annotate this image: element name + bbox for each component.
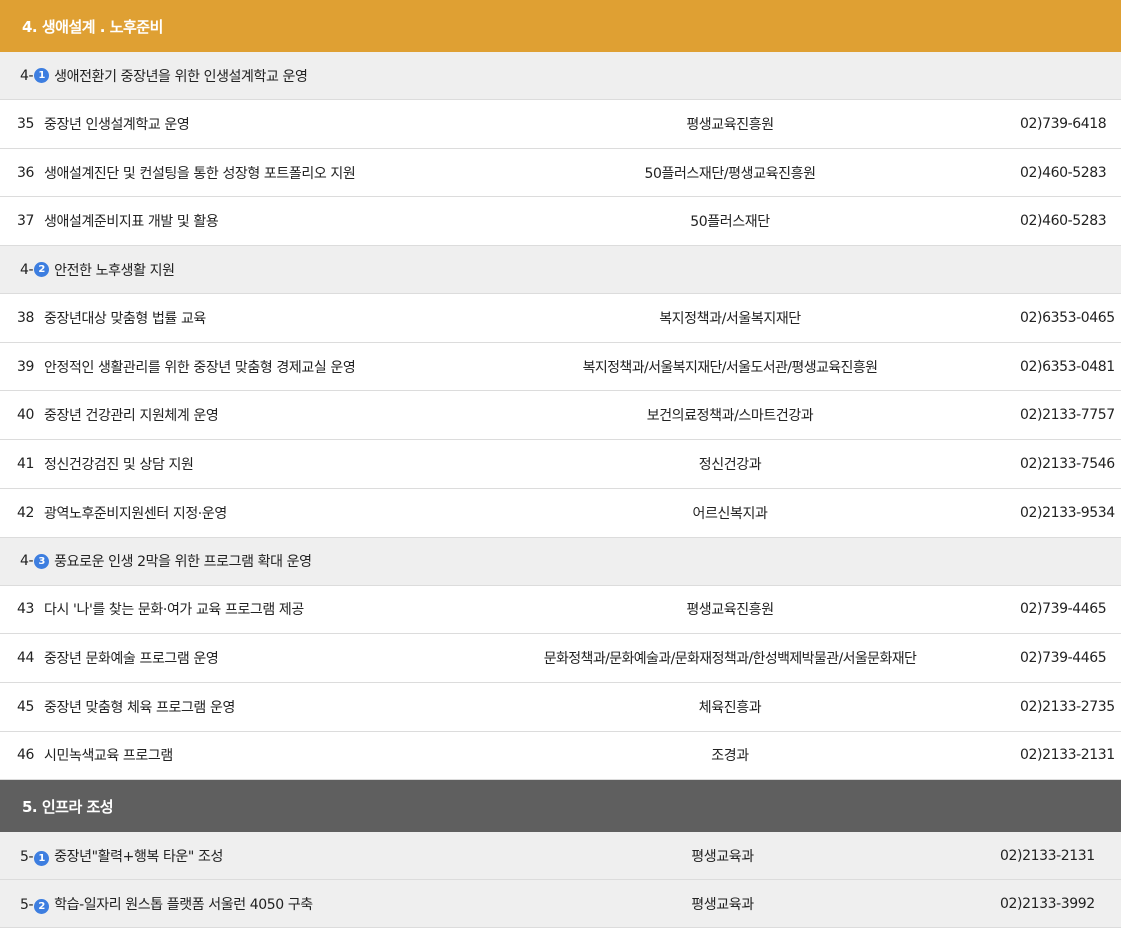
row-dept: 복지정책과/서울복지재단/서울도서관/평생교육진흥원 <box>582 359 878 376</box>
row-number: 37 <box>16 213 34 230</box>
row-number: 46 <box>16 747 34 764</box>
number-badge-icon: 1 <box>34 850 50 866</box>
row-title: 중장년 맞춤형 체육 프로그램 운영 <box>44 699 235 716</box>
row-phone: 02)739-6418 <box>1020 115 1107 132</box>
infra-prefix: 5- <box>20 896 34 913</box>
row-title: 생애설계진단 및 컨설팅을 통한 성장형 포트폴리오 지원 <box>44 165 356 182</box>
number-badge-icon: 1 <box>34 68 50 83</box>
row-title: 정신건강검진 및 상담 지원 <box>44 456 194 473</box>
table-row: 46 시민녹색교육 프로그램 조경과 02)2133-2131 <box>0 732 1121 781</box>
row-title: 생애설계준비지표 개발 및 활용 <box>44 214 219 231</box>
row-phone: 02)2133-7546 <box>1020 455 1115 472</box>
row-phone: 02)2133-9534 <box>1020 504 1115 521</box>
group-label: 풍요로운 인생 2막을 위한 프로그램 확대 운영 <box>54 554 312 570</box>
table-row: 36 생애설계진단 및 컨설팅을 통한 성장형 포트폴리오 지원 50플러스재단… <box>0 149 1121 198</box>
table-row: 42 광역노후준비지원센터 지정·운영 어르신복지과 02)2133-9534 <box>0 489 1121 538</box>
row-title: 중장년 인생설계학교 운영 <box>44 116 190 133</box>
number-badge-icon: 3 <box>34 553 50 569</box>
row-dept: 복지정책과/서울복지재단 <box>659 310 801 327</box>
table-row: 44 중장년 문화예술 프로그램 운영 문화정책과/문화예술과/문화재정책과/한… <box>0 634 1121 683</box>
table-row: 39 안정적인 생활관리를 위한 중장년 맞춤형 경제교실 운영 복지정책과/서… <box>0 343 1121 392</box>
row-number: 44 <box>16 650 34 667</box>
infra-phone: 02)2133-3992 <box>1000 895 1095 912</box>
row-number: 39 <box>16 358 34 375</box>
group-label: 안전한 노후생활 지원 <box>54 262 175 279</box>
section-4-header: 4. 생애설계 . 노후준비 <box>0 0 1121 52</box>
infra-phone: 02)2133-2131 <box>1000 847 1095 864</box>
row-dept: 정신건강과 <box>698 456 762 473</box>
row-dept: 보건의료정책과/스마트건강과 <box>646 408 814 425</box>
infra-prefix: 5- <box>20 848 34 865</box>
row-title: 중장년대상 맞춤형 법률 교육 <box>44 310 206 327</box>
table-row: 41 정신건강검진 및 상담 지원 정신건강과 02)2133-7546 <box>0 440 1121 489</box>
row-phone: 02)739-4465 <box>1020 601 1107 618</box>
group-prefix: 4- <box>20 261 34 278</box>
group-label: 생애전환기 중장년을 위한 인생설계학교 운영 <box>54 68 308 85</box>
row-number: 38 <box>16 309 34 326</box>
infra-dept: 평생교육과 <box>691 848 754 865</box>
row-phone: 02)460-5283 <box>1020 213 1107 230</box>
row-dept: 50플러스재단 <box>690 214 770 231</box>
row-number: 40 <box>16 407 34 424</box>
row-phone: 02)6353-0465 <box>1020 309 1115 326</box>
row-dept: 체육진흥과 <box>698 699 762 716</box>
row-number: 36 <box>16 164 34 181</box>
row-title: 중장년 건강관리 지원체계 운영 <box>44 408 219 425</box>
group-prefix: 4- <box>20 67 34 84</box>
row-dept: 평생교육진흥원 <box>686 602 774 619</box>
row-title: 다시 '나'를 찾는 문화·여가 교육 프로그램 제공 <box>44 602 304 619</box>
row-phone: 02)6353-0481 <box>1020 358 1115 375</box>
infra-label: 학습-일자리 원스톱 플랫폼 서울런 4050 구축 <box>54 896 313 913</box>
row-title: 중장년 문화예술 프로그램 운영 <box>44 651 219 668</box>
infra-dept: 평생교육과 <box>691 896 754 913</box>
group-prefix: 4- <box>20 553 34 569</box>
row-number: 35 <box>16 115 34 132</box>
table-row: 40 중장년 건강관리 지원체계 운영 보건의료정책과/스마트건강과 02)21… <box>0 391 1121 441</box>
row-phone: 02)2133-2131 <box>1020 747 1115 764</box>
policy-table: 4. 생애설계 . 노후준비 4- 1 생애전환기 중장년을 위한 인생설계학교… <box>0 0 1121 929</box>
number-badge-icon: 2 <box>34 262 50 278</box>
number-badge-icon: 2 <box>34 898 50 914</box>
section-5-title: 5. 인프라 조성 <box>22 797 114 816</box>
row-phone: 02)2133-7757 <box>1020 407 1115 424</box>
infra-title: 5- 2 학습-일자리 원스톱 플랫폼 서울런 4050 구축 <box>0 894 445 914</box>
row-number: 45 <box>16 698 34 715</box>
infra-label: 중장년"활력+행복 타운" 조성 <box>54 848 223 865</box>
row-number: 42 <box>16 504 34 521</box>
row-dept: 어르신복지과 <box>692 505 768 522</box>
infra-row: 5- 2 학습-일자리 원스톱 플랫폼 서울런 4050 구축 평생교육과 02)2… <box>0 880 1121 929</box>
table-row: 35 중장년 인생설계학교 운영 평생교육진흥원 02)739-6418 <box>0 100 1121 149</box>
row-phone: 02)739-4465 <box>1020 650 1107 667</box>
row-dept: 조경과 <box>711 748 749 765</box>
section-5-header: 5. 인프라 조성 <box>0 780 1121 833</box>
infra-row: 5- 1 중장년"활력+행복 타운" 조성 평생교육과 02)2133-2131 <box>0 832 1121 881</box>
row-dept: 평생교육진흥원 <box>686 116 774 133</box>
row-number: 43 <box>16 601 34 618</box>
infra-title: 5- 1 중장년"활력+행복 타운" 조성 <box>0 846 445 866</box>
row-title: 안정적인 생활관리를 위한 중장년 맞춤형 경제교실 운영 <box>44 359 356 376</box>
row-title: 시민녹색교육 프로그램 <box>44 748 173 765</box>
row-phone: 02)2133-2735 <box>1020 698 1115 715</box>
row-title: 광역노후준비지원센터 지정·운영 <box>44 505 227 522</box>
group-header-4-1: 4- 1 생애전환기 중장년을 위한 인생설계학교 운영 <box>0 52 1121 100</box>
section-4-title: 4. 생애설계 . 노후준비 <box>22 17 163 36</box>
row-dept: 50플러스재단/평생교육진흥원 <box>644 165 816 182</box>
row-phone: 02)460-5283 <box>1020 164 1107 181</box>
row-number: 41 <box>16 455 34 472</box>
group-header-4-3: 4- 3 풍요로운 인생 2막을 위한 프로그램 확대 운영 <box>0 537 1121 586</box>
group-header-4-2: 4- 2 안전한 노후생활 지원 <box>0 246 1121 295</box>
table-row: 38 중장년대상 맞춤형 법률 교육 복지정책과/서울복지재단 02)6353-… <box>0 294 1121 343</box>
row-dept: 문화정책과/문화예술과/문화재정책과/한성백제박물관/서울문화재단 <box>543 651 917 668</box>
table-row: 45 중장년 맞춤형 체육 프로그램 운영 체육진흥과 02)2133-2735 <box>0 683 1121 732</box>
table-row: 37 생애설계준비지표 개발 및 활용 50플러스재단 02)460-5283 <box>0 197 1121 247</box>
table-row: 43 다시 '나'를 찾는 문화·여가 교육 프로그램 제공 평생교육진흥원 0… <box>0 586 1121 635</box>
